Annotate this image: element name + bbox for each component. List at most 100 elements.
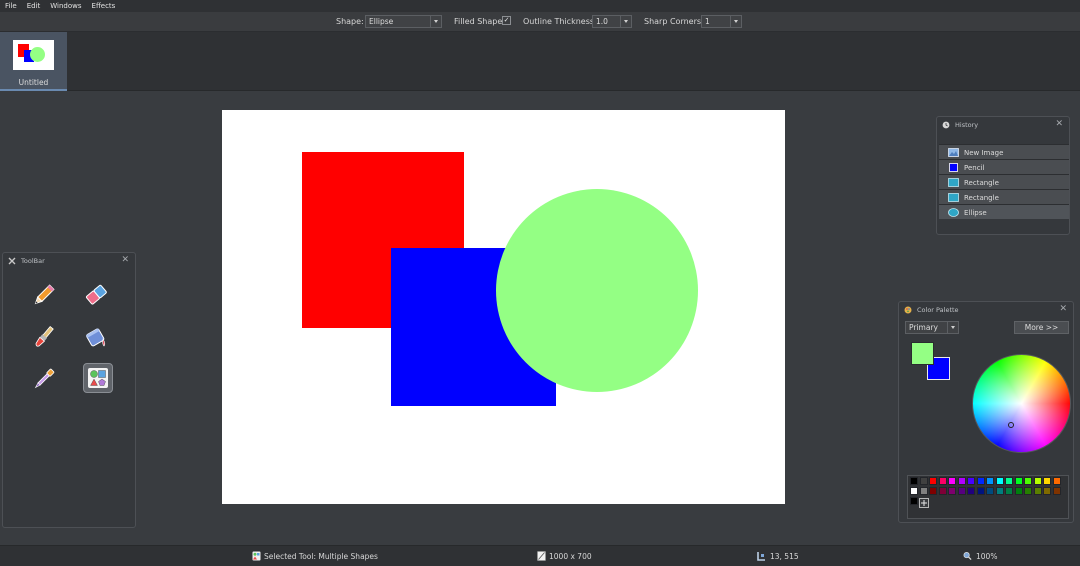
rectangle-icon — [948, 178, 959, 187]
menu-windows[interactable]: Windows — [50, 2, 81, 10]
color-swatch[interactable] — [1005, 477, 1013, 485]
tool-options-bar: Shape: Ellipse Filled Shape: ✓ Outline T… — [0, 12, 1080, 32]
history-list: New Image Pencil Rectangle Rectangle Ell… — [939, 144, 1069, 219]
history-item[interactable]: Rectangle — [939, 174, 1069, 189]
close-icon[interactable]: ✕ — [1059, 304, 1067, 314]
status-bar: Selected Tool: Multiple Shapes 1000 x 70… — [0, 545, 1080, 566]
document-thumbnail — [13, 40, 54, 70]
shape-select-value: Ellipse — [369, 17, 394, 26]
color-swatch[interactable] — [976, 487, 985, 495]
status-selected-tool: Selected Tool: Multiple Shapes — [264, 552, 378, 561]
palette-icon — [904, 306, 912, 314]
shape-select[interactable]: Ellipse — [365, 15, 442, 28]
color-swatch[interactable] — [957, 477, 966, 485]
outline-thickness-select[interactable]: 1.0 — [592, 15, 632, 28]
history-item[interactable]: Ellipse — [939, 204, 1069, 219]
color-swatch[interactable] — [1024, 487, 1032, 495]
color-swatch[interactable] — [929, 487, 937, 495]
color-swatch[interactable] — [976, 477, 985, 485]
history-panel-header[interactable]: History ✕ — [937, 117, 1069, 133]
close-icon[interactable]: ✕ — [1055, 119, 1063, 129]
green-ellipse[interactable] — [496, 189, 698, 392]
eraser-tool-button[interactable] — [81, 280, 111, 310]
color-swatch[interactable] — [910, 487, 918, 495]
eraser-icon — [86, 284, 107, 305]
chevron-down-icon — [430, 16, 441, 27]
toolbar-panel-header[interactable]: ToolBar ✕ — [3, 253, 135, 269]
history-panel: History ✕ New Image Pencil Rectangle Rec… — [936, 116, 1070, 235]
close-icon[interactable]: ✕ — [121, 255, 129, 265]
more-colors-button[interactable]: More >> — [1014, 321, 1069, 334]
color-swatch[interactable] — [1043, 487, 1051, 495]
color-palette-header[interactable]: Color Palette ✕ — [899, 302, 1073, 318]
outline-thickness-label: Outline Thickness: — [523, 17, 597, 26]
color-palette-title: Color Palette — [917, 306, 959, 314]
color-swatch[interactable] — [995, 487, 1004, 495]
color-swatch[interactable] — [1033, 477, 1042, 485]
shapes-icon — [88, 368, 108, 388]
color-swatch[interactable] — [910, 497, 918, 505]
menu-bar: File Edit Windows Effects — [0, 0, 1080, 12]
color-swatch[interactable] — [1005, 487, 1013, 495]
color-swatch[interactable] — [1043, 477, 1051, 485]
sharp-corners-select[interactable]: 1 — [701, 15, 742, 28]
rectangle-icon — [948, 193, 959, 202]
color-mode-value: Primary — [909, 323, 938, 332]
color-swatch[interactable] — [1052, 477, 1061, 485]
sharp-corners-label: Sharp Corners: — [644, 17, 704, 26]
color-swatch[interactable] — [948, 477, 956, 485]
shape-label: Shape: — [336, 17, 364, 26]
toolbar-panel-title: ToolBar — [21, 257, 45, 265]
color-swatch[interactable] — [995, 477, 1004, 485]
color-swatch[interactable] — [967, 487, 975, 495]
history-item[interactable]: New Image — [939, 144, 1069, 159]
primary-color-swatch[interactable] — [911, 342, 934, 365]
color-swatch[interactable] — [1052, 487, 1061, 495]
filled-shape-checkbox[interactable]: ✓ — [502, 16, 511, 25]
add-swatch-icon[interactable] — [919, 498, 929, 508]
color-swatch[interactable] — [929, 477, 937, 485]
paintbrush-tool-button[interactable] — [29, 322, 59, 352]
color-swatch[interactable] — [1024, 477, 1032, 485]
history-item[interactable]: Pencil — [939, 159, 1069, 174]
color-wheel-handle[interactable] — [1008, 422, 1014, 428]
sharp-corners-value: 1 — [705, 17, 710, 26]
history-panel-title: History — [955, 121, 979, 129]
color-swatch[interactable] — [957, 487, 966, 495]
color-swatch[interactable] — [986, 477, 994, 485]
color-mode-select[interactable]: Primary — [905, 321, 959, 334]
menu-effects[interactable]: Effects — [92, 2, 116, 10]
history-icon — [942, 121, 950, 129]
paint-bucket-tool-button[interactable] — [81, 322, 111, 352]
color-swatch[interactable] — [910, 477, 918, 485]
shapes-tool-button[interactable] — [83, 363, 113, 393]
selected-tool-icon — [252, 551, 261, 561]
color-swatch[interactable] — [938, 477, 947, 485]
status-image-size: 1000 x 700 — [549, 552, 592, 561]
history-item[interactable]: Rectangle — [939, 189, 1069, 204]
zoom-icon — [963, 552, 972, 561]
color-wheel[interactable] — [972, 354, 1071, 453]
color-swatch[interactable] — [1033, 487, 1042, 495]
pencil-icon — [34, 284, 55, 305]
document-tab-untitled[interactable]: Untitled — [0, 32, 67, 91]
ellipse-icon — [948, 208, 959, 217]
color-picker-tool-button[interactable] — [29, 364, 59, 394]
history-item-label: Pencil — [964, 164, 985, 172]
color-swatch[interactable] — [919, 487, 928, 495]
color-swatch[interactable] — [1014, 477, 1023, 485]
pencil-tool-button[interactable] — [29, 280, 59, 310]
menu-edit[interactable]: Edit — [27, 2, 41, 10]
color-swatch[interactable] — [938, 487, 947, 495]
status-zoom: 100% — [976, 552, 998, 561]
color-swatch[interactable] — [986, 487, 994, 495]
color-swatch[interactable] — [967, 477, 975, 485]
document-tab-bar: Untitled — [0, 32, 1080, 91]
menu-file[interactable]: File — [5, 2, 17, 10]
color-swatch[interactable] — [919, 477, 928, 485]
chevron-down-icon — [947, 322, 958, 333]
drawing-canvas[interactable] — [222, 110, 785, 504]
color-swatch[interactable] — [1014, 487, 1023, 495]
color-swatch[interactable] — [948, 487, 956, 495]
history-item-label: Rectangle — [964, 179, 999, 187]
